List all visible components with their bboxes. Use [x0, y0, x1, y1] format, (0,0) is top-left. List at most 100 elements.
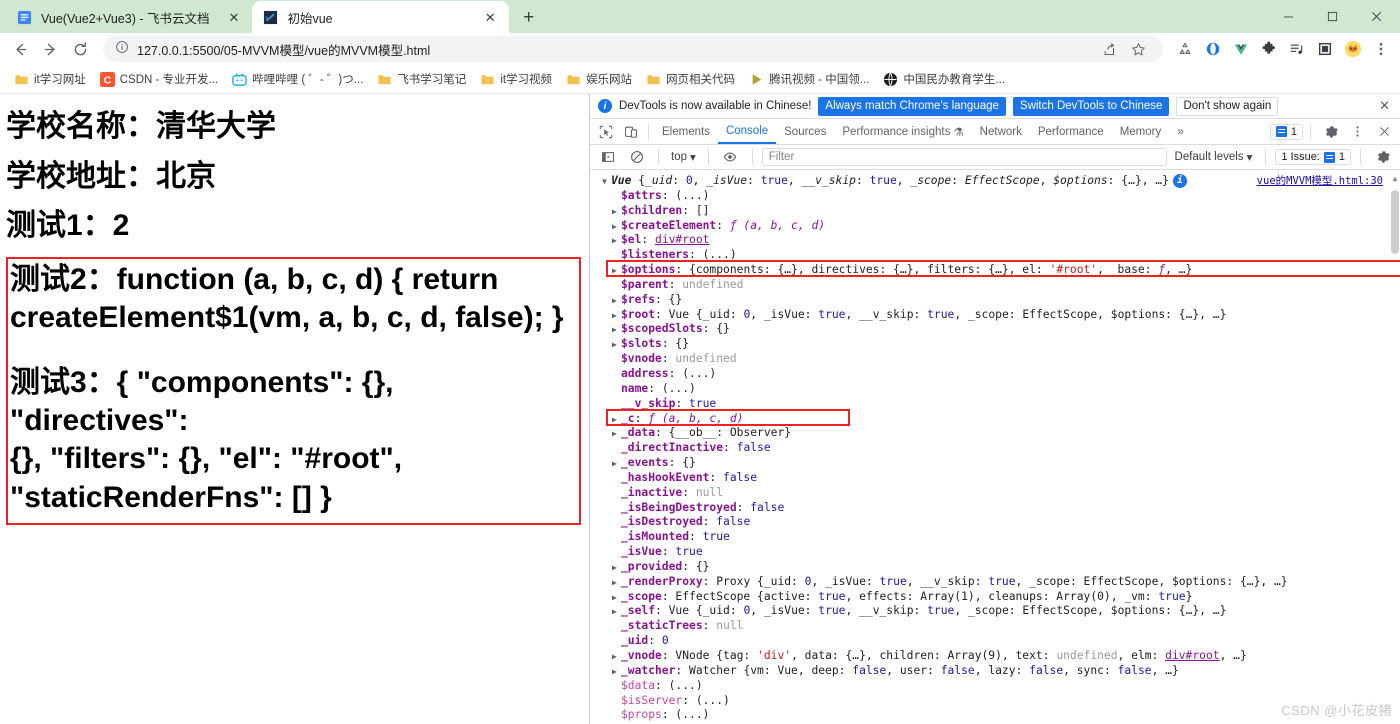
chevron-right-icon[interactable]: ▶: [612, 605, 621, 620]
console-row[interactable]: ▶ $children: []: [590, 204, 1400, 219]
chevron-right-icon[interactable]: ▶: [612, 576, 621, 591]
bookmark-item-1[interactable]: C CSDN - 专业开发...: [94, 68, 224, 90]
console-row[interactable]: ▶ $root: Vue {_uid: 0, _isVue: true, __v_…: [590, 308, 1400, 323]
message-count-badge[interactable]: 1: [1269, 123, 1303, 140]
console-row[interactable]: ▶ $el: div#root: [590, 233, 1400, 248]
square-icon[interactable]: [1312, 36, 1338, 62]
console-row[interactable]: ▶$vnode: undefined: [590, 352, 1400, 367]
close-icon[interactable]: [1372, 120, 1397, 144]
three-dot-menu-icon[interactable]: [1345, 120, 1370, 144]
console-row[interactable]: ▶ $refs: {}: [590, 293, 1400, 308]
puzzle-extensions-icon[interactable]: [1256, 36, 1282, 62]
chevron-right-icon[interactable]: ▶: [612, 220, 621, 235]
three-dot-menu-icon[interactable]: [1368, 36, 1394, 62]
recycle-icon[interactable]: [1172, 36, 1198, 62]
chevron-right-icon[interactable]: ▶: [612, 591, 621, 606]
console-row[interactable]: ▶ $slots: {}: [590, 337, 1400, 352]
console-row[interactable]: ▶$props: (...): [590, 708, 1400, 723]
console-row[interactable]: ▶ _renderProxy: Proxy {_uid: 0, _isVue: t…: [590, 575, 1400, 590]
console-row[interactable]: ▶_isMounted: true: [590, 530, 1400, 545]
console-row[interactable]: ▶ _scope: EffectScope {active: true, effe…: [590, 590, 1400, 605]
chevron-right-icon[interactable]: ▶: [612, 234, 621, 249]
console-row[interactable]: ▶ _data: {__ob__: Observer}: [590, 426, 1400, 441]
console-row[interactable]: ▶ $createElement: ƒ (a, b, c, d): [590, 219, 1400, 234]
tab-console[interactable]: Console: [717, 119, 777, 144]
reload-button[interactable]: [66, 35, 94, 63]
tab-memory[interactable]: Memory: [1112, 119, 1170, 144]
dont-show-again-button[interactable]: Don't show again: [1176, 96, 1279, 116]
scroll-up-arrow[interactable]: ▲: [1391, 172, 1399, 187]
console-row[interactable]: ▶ $scopedSlots: {}: [590, 322, 1400, 337]
back-button[interactable]: [6, 35, 34, 63]
close-icon[interactable]: ✕: [225, 9, 242, 26]
playlist-icon[interactable]: [1284, 36, 1310, 62]
console-row[interactable]: ▶_hasHookEvent: false: [590, 471, 1400, 486]
console-row[interactable]: ▶ _self: Vue {_uid: 0, _isVue: true, __v_…: [590, 604, 1400, 619]
share-icon[interactable]: [1095, 36, 1121, 62]
gear-icon[interactable]: [1318, 120, 1343, 144]
always-match-language-button[interactable]: Always match Chrome's language: [818, 96, 1006, 116]
vue-devtools-icon[interactable]: [1228, 36, 1254, 62]
console-row[interactable]: ▶$parent: undefined: [590, 278, 1400, 293]
console-row[interactable]: ▶name: (...): [590, 382, 1400, 397]
console-row[interactable]: ▶address: (...): [590, 367, 1400, 382]
opera-icon[interactable]: [1200, 36, 1226, 62]
tab-performance-insights[interactable]: Performance insights ⚗: [834, 119, 971, 144]
chevron-right-icon[interactable]: ▶: [612, 665, 621, 680]
chevron-right-icon[interactable]: ▶: [612, 264, 621, 279]
star-icon[interactable]: [1125, 36, 1151, 62]
chevron-right-icon[interactable]: ▶: [612, 457, 621, 472]
console-row[interactable]: ▶$listeners: (...): [590, 248, 1400, 263]
console-row[interactable]: ▶$data: (...): [590, 679, 1400, 694]
browser-tab-0[interactable]: Vue(Vue2+Vue3) - 飞书云文档 ✕: [6, 1, 252, 33]
console-row[interactable]: ▶_inactive: null: [590, 486, 1400, 501]
bookmark-item-4[interactable]: it学习视频: [474, 68, 558, 90]
console-row[interactable]: ▶_isDestroyed: false: [590, 515, 1400, 530]
clear-console-icon[interactable]: [624, 145, 649, 169]
device-toolbar-icon[interactable]: [618, 120, 643, 144]
chevron-right-icon[interactable]: ▶: [612, 427, 621, 442]
switch-to-chinese-button[interactable]: Switch DevTools to Chinese: [1012, 96, 1170, 116]
execution-context-selector[interactable]: top ▾: [668, 150, 699, 164]
info-circle-icon[interactable]: [115, 40, 129, 59]
tab-sources[interactable]: Sources: [776, 119, 834, 144]
console-row[interactable]: ▶ _c: ƒ (a, b, c, d): [590, 412, 1400, 427]
chevron-right-icon[interactable]: ▶: [612, 650, 621, 665]
more-tabs-button[interactable]: »: [1169, 119, 1191, 144]
console-row[interactable]: ▶$isServer: (...): [590, 694, 1400, 709]
console-row[interactable]: ▶_directInactive: false: [590, 441, 1400, 456]
chevron-right-icon[interactable]: ▶: [612, 309, 621, 324]
bookmark-item-8[interactable]: 中国民办教育学生...: [877, 68, 1011, 90]
chevron-right-icon[interactable]: ▶: [612, 338, 621, 353]
live-expression-icon[interactable]: [718, 145, 743, 169]
window-close-icon[interactable]: [1354, 1, 1398, 33]
log-levels-selector[interactable]: Default levels ▾: [1171, 150, 1257, 164]
chevron-right-icon[interactable]: ▶: [612, 323, 621, 338]
chevron-right-icon[interactable]: ▶: [612, 561, 621, 576]
console-row[interactable]: ▶ $options: {components: {…}, directives:…: [590, 263, 1400, 278]
gear-icon[interactable]: [1370, 145, 1395, 169]
maximize-icon[interactable]: [1310, 1, 1354, 33]
chevron-right-icon[interactable]: ▶: [612, 294, 621, 309]
console-row[interactable]: ▶_staticTrees: null: [590, 619, 1400, 634]
dog-avatar-icon[interactable]: [1340, 36, 1366, 62]
bookmark-item-0[interactable]: it学习网址: [8, 68, 92, 90]
console-filter-input[interactable]: Filter: [761, 148, 1167, 166]
console-sidebar-icon[interactable]: [595, 145, 620, 169]
close-icon[interactable]: ✕: [1379, 98, 1392, 114]
chevron-down-icon[interactable]: ▼: [602, 175, 611, 190]
console-row[interactable]: ▶_uid: 0: [590, 634, 1400, 649]
console-row[interactable]: ▶ _provided: {}: [590, 560, 1400, 575]
minimize-icon[interactable]: [1266, 1, 1310, 33]
issues-badge[interactable]: 1 Issue: 1: [1275, 149, 1351, 165]
browser-tab-1[interactable]: 初始vue ✕: [252, 1, 509, 33]
console-scrollbar[interactable]: ▲: [1390, 170, 1400, 724]
bookmark-item-7[interactable]: 腾讯视频 - 中国领...: [743, 68, 875, 90]
bookmark-item-3[interactable]: 飞书学习笔记: [371, 68, 472, 90]
console-row[interactable]: ▶__v_skip: true: [590, 397, 1400, 412]
scrollbar-thumb[interactable]: [1391, 190, 1399, 254]
forward-button[interactable]: [36, 35, 64, 63]
console-output[interactable]: vue的MVVM模型.html:30 ▼ Vue {_uid: 0, _isVue…: [590, 170, 1400, 724]
chevron-right-icon[interactable]: ▶: [612, 205, 621, 220]
console-row[interactable]: ▶_isVue: true: [590, 545, 1400, 560]
